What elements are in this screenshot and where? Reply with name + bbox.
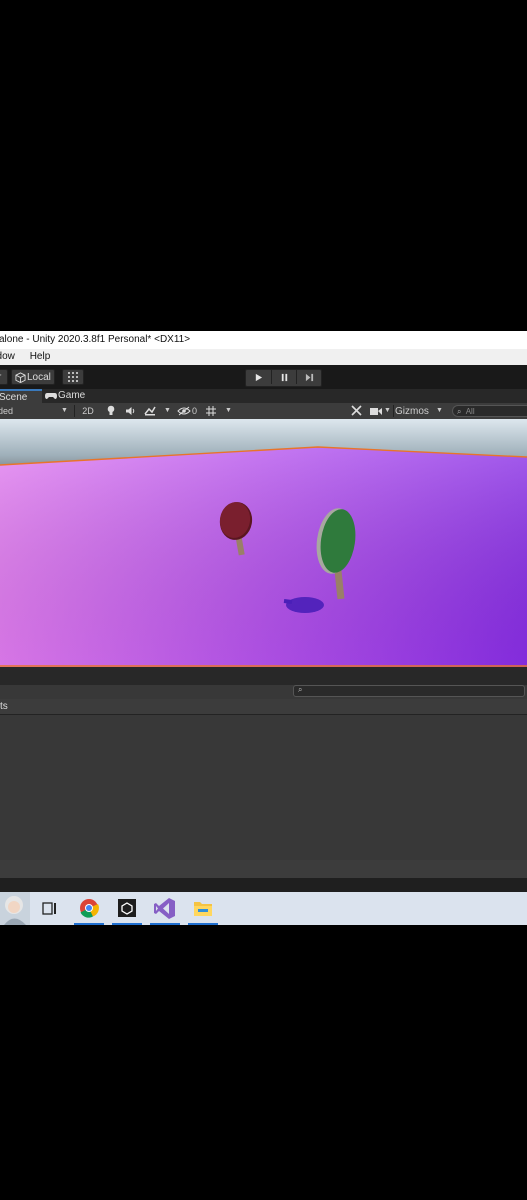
gizmos-label: Gizmos (395, 406, 429, 417)
play-icon (255, 373, 263, 382)
project-panel-header: ts (0, 699, 527, 715)
panel-footer (0, 860, 527, 878)
tab-scene-label: Scene (0, 392, 28, 403)
hidden-objects-count: 0 (192, 406, 198, 416)
chevron-down-icon: ▼ (384, 407, 391, 414)
taskbar-visual-studio[interactable] (147, 892, 183, 925)
speaker-icon (125, 407, 134, 415)
active-indicator (112, 923, 142, 925)
paddle-shadow (286, 597, 324, 613)
windows-taskbar (0, 892, 527, 925)
search-icon: ⌕ (457, 407, 462, 416)
cube-icon (15, 372, 26, 383)
chevron-down-icon: ▼ (225, 407, 232, 414)
visual-studio-icon (154, 898, 175, 919)
project-panel-content (0, 715, 527, 860)
pivot-rotation-button[interactable]: Local (11, 369, 55, 385)
chevron-down-icon: ▼ (61, 407, 68, 414)
active-indicator (74, 923, 104, 925)
audio-toggle[interactable] (122, 404, 138, 418)
task-view-icon (42, 902, 56, 915)
mode-2d-toggle[interactable]: 2D (78, 404, 98, 418)
chevron-down-icon: ▼ (164, 407, 171, 414)
grid-snap-button[interactable] (62, 369, 84, 385)
menu-window[interactable]: ndow (0, 349, 15, 365)
eye-slash-icon (177, 406, 191, 416)
tool-handle-label: r (0, 372, 1, 383)
shading-mode-label: ded (0, 406, 14, 416)
taskbar-chrome[interactable] (71, 892, 107, 925)
menu-bar: ndow Help (0, 349, 527, 365)
status-bar (0, 878, 527, 892)
project-search-input[interactable]: ⌕ (293, 685, 525, 697)
toolbar-divider (393, 405, 394, 417)
pivot-rotation-label: Local (27, 372, 51, 383)
step-icon (305, 373, 314, 382)
effects-dropdown[interactable]: ▼ (142, 404, 172, 418)
scene-viewport[interactable] (0, 419, 527, 667)
step-button[interactable] (296, 370, 322, 384)
ground-lighting (0, 447, 527, 667)
chevron-down-icon: ▼ (436, 407, 443, 414)
gamepad-icon (45, 393, 57, 399)
unity-icon (118, 899, 136, 917)
unity-editor-screen: alone - Unity 2020.3.8f1 Personal* <DX11… (0, 331, 527, 925)
chrome-icon (80, 899, 99, 918)
tab-scene[interactable]: Scene (0, 389, 42, 403)
scene-render (0, 419, 527, 667)
taskbar-task-view[interactable] (32, 892, 68, 925)
window-title-bar: alone - Unity 2020.3.8f1 Personal* <DX11… (0, 331, 527, 349)
menu-help[interactable]: Help (30, 349, 51, 365)
grid-icon (206, 406, 216, 416)
scene-view-tabs: Scene Game (0, 389, 527, 403)
taskbar-unity[interactable] (109, 892, 145, 925)
toolbar-divider (74, 405, 75, 417)
pause-icon (281, 373, 288, 382)
scene-search-input[interactable]: ⌕ All (452, 405, 527, 417)
lighting-toggle[interactable] (103, 404, 119, 418)
tools-button[interactable] (348, 404, 364, 418)
scene-toolbar: ded ▼ 2D ▼ 0 ▼ ▼ Gizmos ▼ ⌕ All (0, 403, 527, 420)
lightbulb-icon (107, 405, 115, 415)
play-button[interactable] (246, 370, 271, 384)
tab-game-label: Game (58, 390, 86, 401)
play-controls (245, 369, 322, 387)
mode-2d-label: 2D (82, 406, 94, 416)
file-explorer-icon (194, 902, 212, 916)
tab-game[interactable]: Game (45, 389, 90, 403)
pause-button[interactable] (271, 370, 297, 384)
tool-handle-button[interactable]: r (0, 369, 8, 385)
grid-visibility-dropdown[interactable]: ▼ (204, 404, 234, 418)
window-title: alone - Unity 2020.3.8f1 Personal* <DX11… (0, 334, 191, 345)
scene-search-placeholder: All (465, 407, 475, 416)
active-indicator (188, 923, 218, 925)
hidden-objects-toggle[interactable]: 0 (176, 404, 202, 418)
grid-snap-icon (68, 372, 78, 382)
user-avatar (0, 892, 30, 925)
tools-icon (350, 405, 362, 416)
project-panel-title: ts (0, 701, 8, 712)
effects-icon (144, 406, 156, 416)
shading-mode-dropdown[interactable]: ded ▼ (0, 404, 73, 418)
taskbar-user-avatar[interactable] (0, 892, 30, 925)
panel-tab-strip (0, 667, 527, 685)
camera-icon (370, 408, 382, 415)
taskbar-file-explorer[interactable] (185, 892, 221, 925)
paddle-shadow-handle (283, 599, 293, 604)
active-indicator (150, 923, 180, 925)
gizmos-dropdown[interactable]: Gizmos ▼ (395, 404, 447, 418)
search-icon: ⌕ (298, 685, 303, 694)
main-toolbar: r Local (0, 365, 527, 389)
camera-dropdown[interactable]: ▼ (369, 404, 393, 418)
